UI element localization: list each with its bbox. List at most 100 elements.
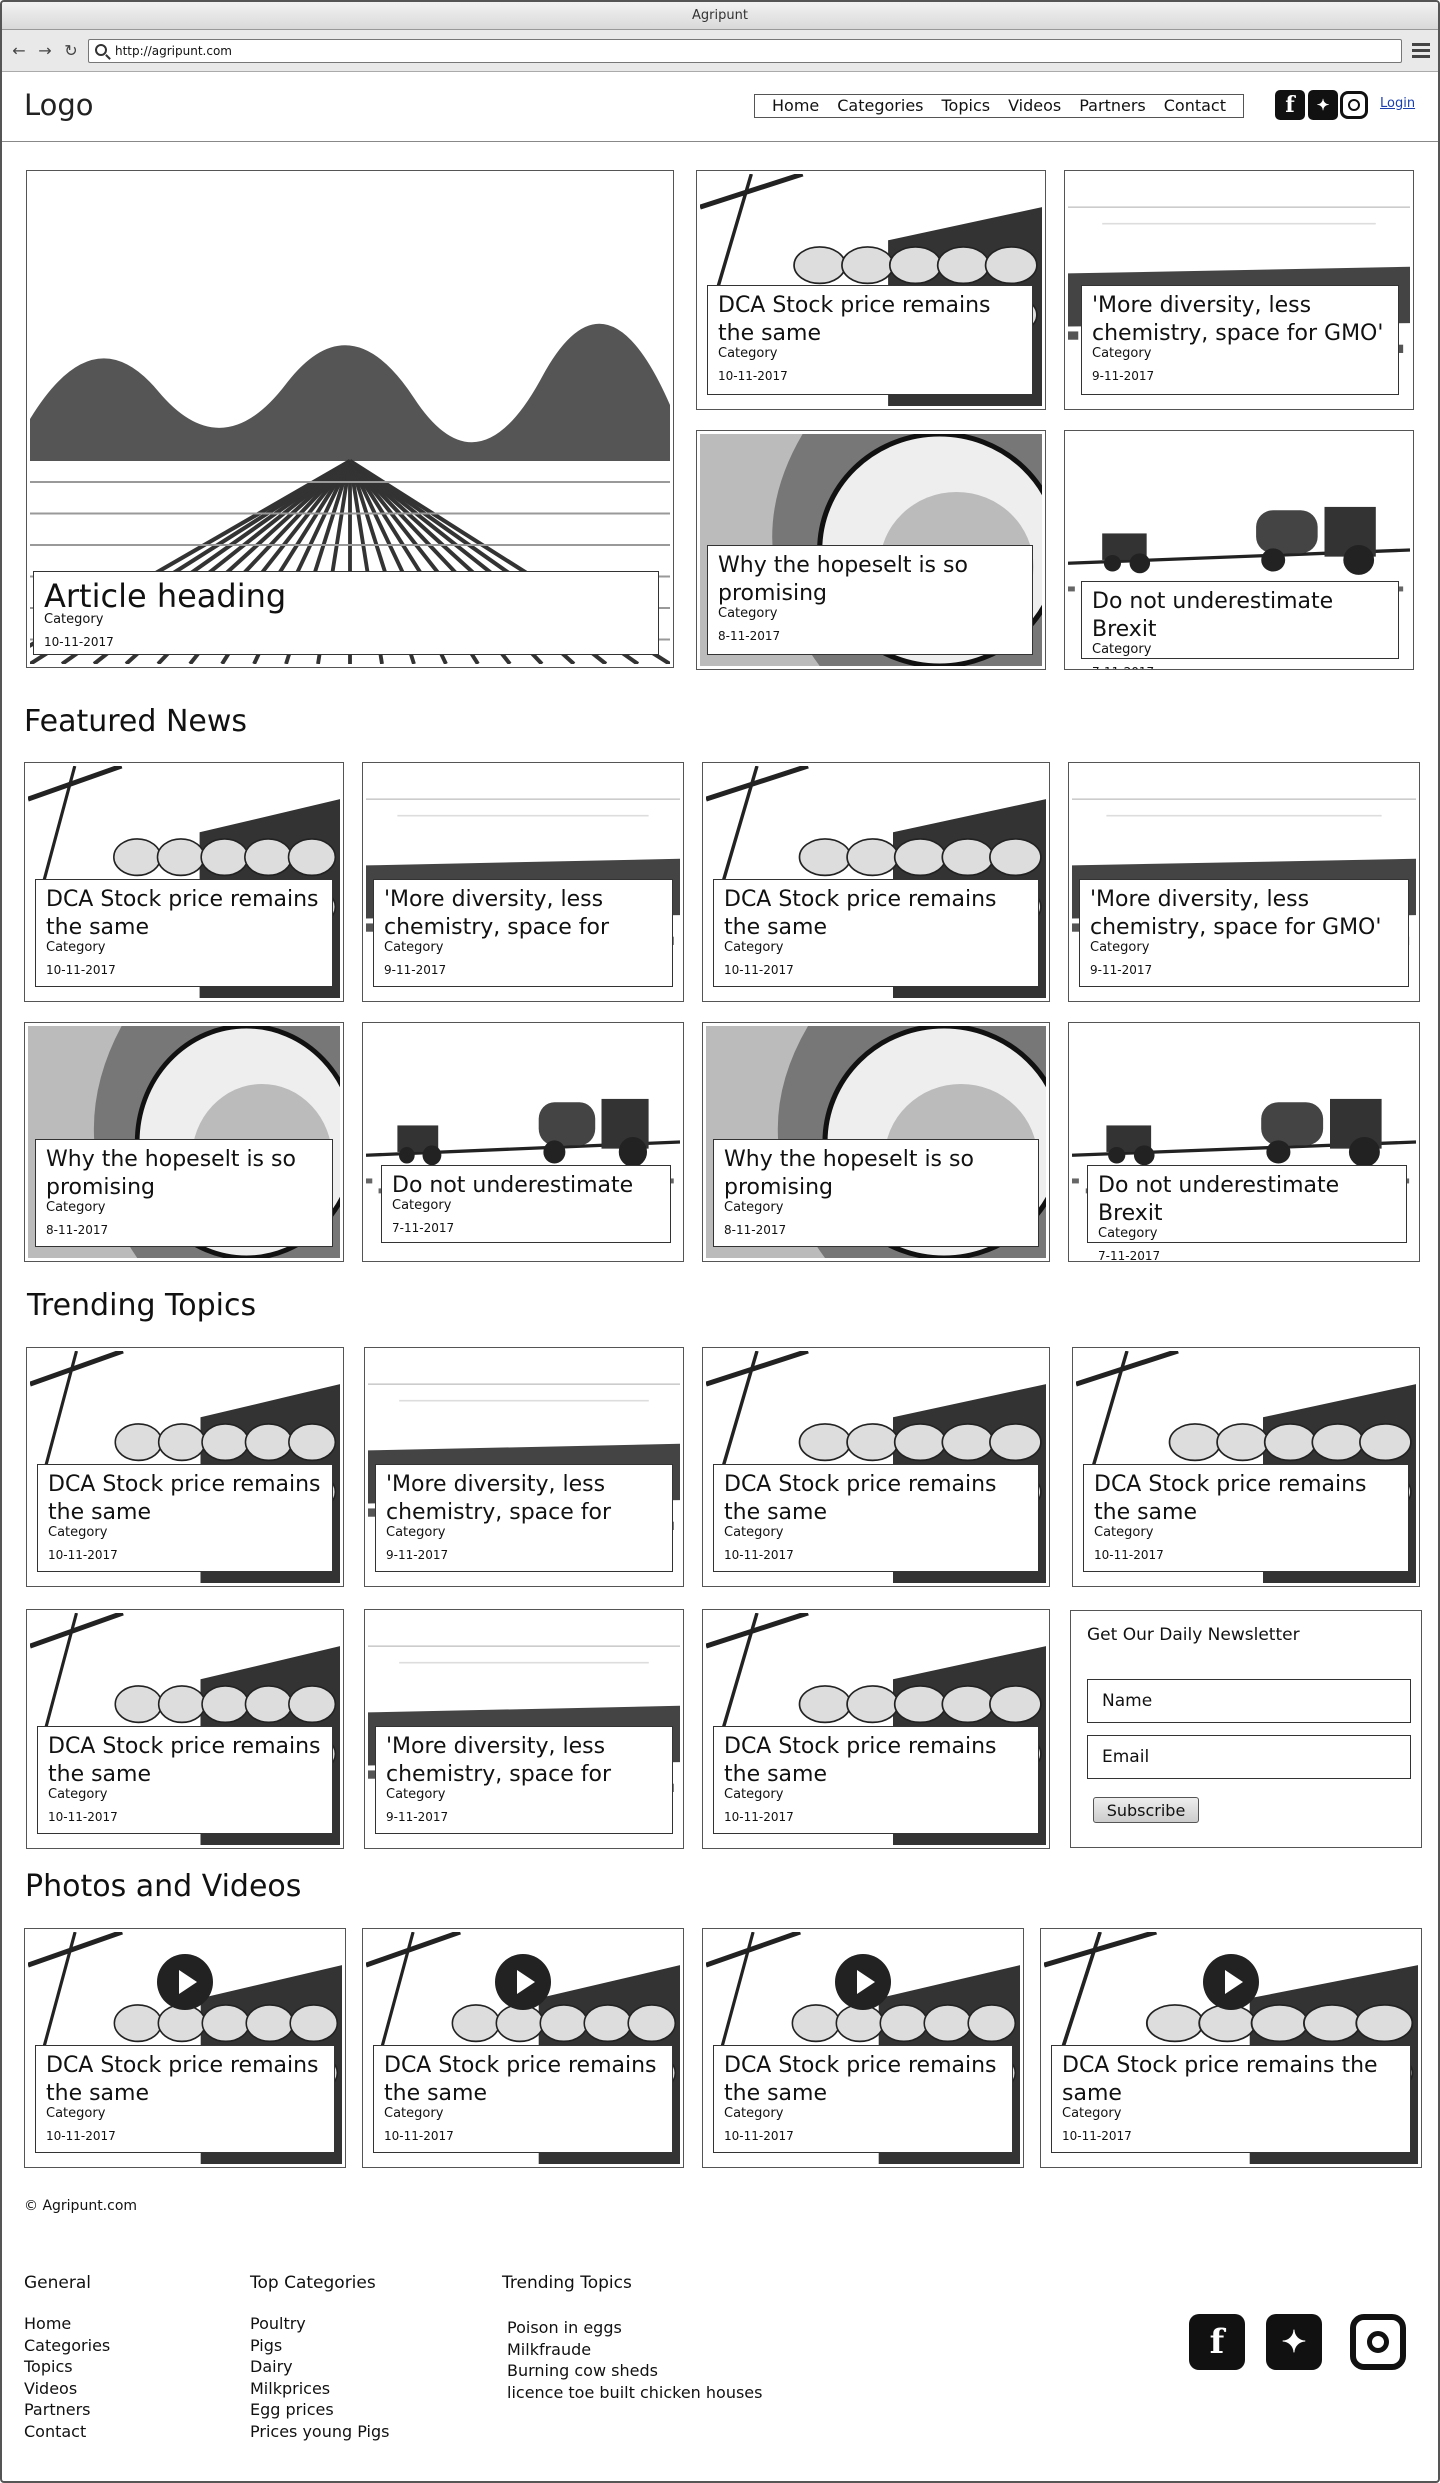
trending-card-2[interactable]: 'More diversity, less chemistry, space f… — [364, 1347, 684, 1587]
footer-twitter-icon[interactable]: ✦ — [1266, 2314, 1322, 2370]
featured-card-4[interactable]: 'More diversity, less chemistry, space f… — [1068, 762, 1420, 1002]
play-icon[interactable] — [1203, 1954, 1259, 2010]
article-title[interactable]: Do not underestimate — [392, 1172, 660, 1200]
article-title[interactable]: Do not underestimate Brexit — [1098, 1172, 1396, 1228]
article-title[interactable]: DCA Stock price remains the same — [718, 292, 1022, 348]
footer-link-poison-in-eggs[interactable]: Poison in eggs — [502, 2317, 762, 2339]
trending-card-1[interactable]: DCA Stock price remains the same Category… — [26, 1347, 344, 1587]
hero-side-article-2[interactable]: 'More diversity, less chemistry, space f… — [1064, 170, 1414, 410]
article-title[interactable]: DCA Stock price remains the same — [48, 1471, 322, 1527]
footer-link-poultry[interactable]: Poultry — [250, 2313, 389, 2335]
footer-link-milkfraude[interactable]: Milkfraude — [502, 2339, 762, 2361]
url-input[interactable]: http://agripunt.com — [88, 38, 1402, 63]
article-title[interactable]: DCA Stock price remains the same — [48, 1733, 322, 1789]
footer-link-topics[interactable]: Topics — [24, 2356, 110, 2378]
featured-card-6[interactable]: Do not underestimate Category 7-11-2017 — [362, 1022, 684, 1262]
featured-card-2[interactable]: 'More diversity, less chemistry, space f… — [362, 762, 684, 1002]
videos-card-3[interactable]: DCA Stock price remains the same Category… — [702, 1928, 1024, 2168]
article-title[interactable]: Why the hopeselt is so promising — [724, 1146, 1028, 1202]
hero-article-main[interactable]: Article heading Category 10-11-2017 — [26, 170, 674, 668]
article-title[interactable]: 'More diversity, less chemistry, space f… — [384, 886, 662, 942]
nav-home[interactable]: Home — [763, 95, 828, 117]
window-title: Agripunt — [2, 2, 1438, 30]
footer-link-partners[interactable]: Partners — [24, 2399, 110, 2421]
article-title[interactable]: Why the hopeselt is so promising — [718, 552, 1022, 608]
footer-link-chicken-houses[interactable]: licence toe built chicken houses — [502, 2382, 762, 2404]
trending-card-6[interactable]: 'More diversity, less chemistry, space f… — [364, 1609, 684, 1849]
article-category: Category — [46, 940, 106, 955]
subscribe-button[interactable]: Subscribe — [1093, 1797, 1199, 1823]
newsletter-name-input[interactable] — [1087, 1679, 1411, 1723]
featured-card-1[interactable]: DCA Stock price remains the same Category… — [24, 762, 344, 1002]
article-title[interactable]: DCA Stock price remains the same — [46, 886, 322, 942]
article-title[interactable]: DCA Stock price remains the same — [1094, 1471, 1398, 1527]
footer-instagram-icon[interactable] — [1350, 2314, 1406, 2370]
nav-categories[interactable]: Categories — [828, 95, 932, 117]
play-icon[interactable] — [495, 1954, 551, 2010]
article-title[interactable]: 'More diversity, less chemistry, space f… — [386, 1733, 662, 1789]
article-title[interactable]: Article heading — [44, 578, 648, 614]
newsletter-email-input[interactable] — [1087, 1735, 1411, 1779]
trending-card-7[interactable]: DCA Stock price remains the same Category… — [702, 1609, 1050, 1849]
nav-topics[interactable]: Topics — [933, 95, 1000, 117]
article-title[interactable]: Do not underestimate Brexit — [1092, 588, 1388, 644]
article-date: 7-11-2017 — [1092, 665, 1388, 669]
article-date: 10-11-2017 — [48, 1548, 118, 1562]
article-category: Category — [718, 346, 778, 361]
article-title[interactable]: DCA Stock price remains the same — [724, 2052, 1002, 2108]
article-caption: DCA Stock price remains the same Category… — [713, 1726, 1039, 1834]
nav-partners[interactable]: Partners — [1070, 95, 1154, 117]
featured-card-3[interactable]: DCA Stock price remains the same Category… — [702, 762, 1050, 1002]
footer-link-milkprices[interactable]: Milkprices — [250, 2378, 389, 2400]
videos-card-4[interactable]: DCA Stock price remains the same Category… — [1040, 1928, 1422, 2168]
featured-card-8[interactable]: Do not underestimate Brexit Category 7-11-… — [1068, 1022, 1420, 1262]
article-title[interactable]: DCA Stock price remains the same — [724, 1733, 1028, 1789]
article-title[interactable]: DCA Stock price remains the same — [384, 2052, 662, 2108]
article-title[interactable]: 'More diversity, less chemistry, space f… — [386, 1471, 662, 1527]
hero-side-article-4[interactable]: Do not underestimate BrexitCategory 7-11-… — [1064, 430, 1414, 670]
article-title[interactable]: 'More diversity, less chemistry, space f… — [1092, 292, 1388, 348]
footer-link-burning-cow-sheds[interactable]: Burning cow sheds — [502, 2360, 762, 2382]
article-title[interactable]: DCA Stock price remains the same — [724, 886, 1028, 942]
nav-contact[interactable]: Contact — [1155, 95, 1235, 117]
footer-link-categories[interactable]: Categories — [24, 2335, 110, 2357]
nav-videos[interactable]: Videos — [999, 95, 1070, 117]
article-caption: Do not underestimate Category 7-11-2017 — [381, 1165, 671, 1243]
footer-link-pigs[interactable]: Pigs — [250, 2335, 389, 2357]
twitter-icon[interactable]: ✦ — [1308, 90, 1338, 120]
play-icon[interactable] — [157, 1954, 213, 2010]
footer-link-prices-young-pigs[interactable]: Prices young Pigs — [250, 2421, 389, 2443]
videos-card-2[interactable]: DCA Stock price remains the same Category… — [362, 1928, 684, 2168]
footer-link-dairy[interactable]: Dairy — [250, 2356, 389, 2378]
featured-card-5[interactable]: Why the hopeselt is so promising Category… — [24, 1022, 344, 1262]
footer-link-egg-prices[interactable]: Egg prices — [250, 2399, 389, 2421]
trending-card-5[interactable]: DCA Stock price remains the same Category… — [26, 1609, 344, 1849]
login-link[interactable]: Login — [1380, 96, 1415, 111]
hero-side-article-1[interactable]: DCA Stock price remains the same Category… — [696, 170, 1046, 410]
facebook-icon[interactable]: f — [1275, 90, 1305, 120]
article-title[interactable]: 'More diversity, less chemistry, space f… — [1090, 886, 1398, 942]
trending-card-3[interactable]: DCA Stock price remains the same Category… — [702, 1347, 1050, 1587]
article-caption: DCA Stock price remains the same Category… — [35, 879, 333, 987]
hamburger-menu-icon[interactable] — [1412, 40, 1430, 61]
footer-link-contact[interactable]: Contact — [24, 2421, 110, 2443]
videos-card-1[interactable]: DCA Stock price remains the same Category… — [24, 1928, 346, 2168]
featured-card-7[interactable]: Why the hopeselt is so promising Category… — [702, 1022, 1050, 1262]
footer-facebook-icon[interactable]: f — [1189, 2314, 1245, 2370]
back-arrow-icon[interactable]: ← — [10, 41, 28, 60]
footer-link-videos[interactable]: Videos — [24, 2378, 110, 2400]
hero-side-article-3[interactable]: Why the hopeselt is so promising Category… — [696, 430, 1046, 670]
article-title[interactable]: DCA Stock price remains the same — [1062, 2052, 1400, 2108]
article-date: 8-11-2017 — [718, 629, 781, 643]
forward-arrow-icon[interactable]: → — [36, 41, 54, 60]
article-title[interactable]: DCA Stock price remains the same — [724, 1471, 1028, 1527]
article-title[interactable]: DCA Stock price remains the same — [46, 2052, 324, 2108]
footer-link-home[interactable]: Home — [24, 2313, 110, 2335]
site-logo[interactable]: Logo — [24, 88, 94, 122]
reload-icon[interactable]: ↻ — [62, 41, 80, 60]
trending-card-4[interactable]: DCA Stock price remains the same Category… — [1072, 1347, 1420, 1587]
article-title[interactable]: Why the hopeselt is so promising — [46, 1146, 322, 1202]
instagram-icon[interactable] — [1340, 91, 1368, 119]
play-icon[interactable] — [835, 1954, 891, 2010]
article-date: 10-11-2017 — [724, 1810, 794, 1824]
